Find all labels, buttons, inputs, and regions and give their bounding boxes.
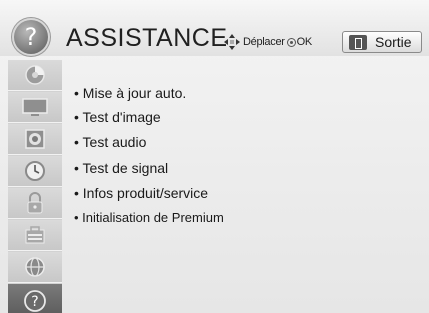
- sidebar-item-audio[interactable]: [8, 124, 62, 155]
- help-glyph: ?: [24, 23, 38, 51]
- lock-icon: [27, 192, 43, 214]
- sidebar-help-glyph: ?: [31, 294, 38, 310]
- picture-icon: [22, 98, 48, 116]
- network-icon: [25, 257, 45, 277]
- exit-icon: [349, 34, 367, 50]
- toolbox-icon: [25, 226, 45, 244]
- sidebar-item-time[interactable]: [8, 156, 62, 187]
- move-hint-label: Déplacer: [243, 36, 285, 48]
- direction-pad-icon: [224, 34, 240, 50]
- menu-item-premium-init[interactable]: • Initialisation de Premium: [74, 210, 224, 225]
- menu-item-audio-test[interactable]: • Test audio: [74, 134, 146, 150]
- sidebar-item-lock[interactable]: [8, 188, 62, 219]
- page-title: ASSISTANCE: [66, 24, 228, 52]
- sidebar-item-picture[interactable]: [8, 92, 62, 123]
- sidebar-item-options[interactable]: [8, 220, 62, 251]
- navigation-hint: Déplacer OK: [224, 32, 312, 52]
- menu-item-signal-test[interactable]: • Test de signal: [74, 160, 168, 176]
- assistance-screen: ? ASSISTANCE Déplacer OK Sortie ? • Mise…: [0, 0, 429, 313]
- header: ? ASSISTANCE Déplacer OK Sortie: [0, 0, 429, 56]
- help-icon: ?: [12, 18, 50, 56]
- ok-hint-label: OK: [296, 36, 313, 48]
- sidebar-item-network[interactable]: [8, 252, 62, 283]
- disc-icon: [25, 65, 45, 85]
- ok-button-icon: [286, 37, 296, 47]
- menu-item-auto-update[interactable]: • Mise à jour auto.: [74, 85, 186, 101]
- sidebar: ?: [8, 60, 62, 313]
- menu-item-product-info[interactable]: • Infos produit/service: [74, 185, 208, 201]
- sidebar-item-disc[interactable]: [8, 60, 62, 91]
- speaker-icon: [25, 129, 45, 149]
- exit-button-label: Sortie: [375, 34, 412, 50]
- help-icon: ?: [24, 290, 46, 312]
- sidebar-item-support[interactable]: ?: [8, 284, 62, 313]
- clock-icon: [25, 161, 45, 181]
- exit-button[interactable]: Sortie: [342, 31, 422, 53]
- menu-item-picture-test[interactable]: • Test d'image: [74, 109, 161, 125]
